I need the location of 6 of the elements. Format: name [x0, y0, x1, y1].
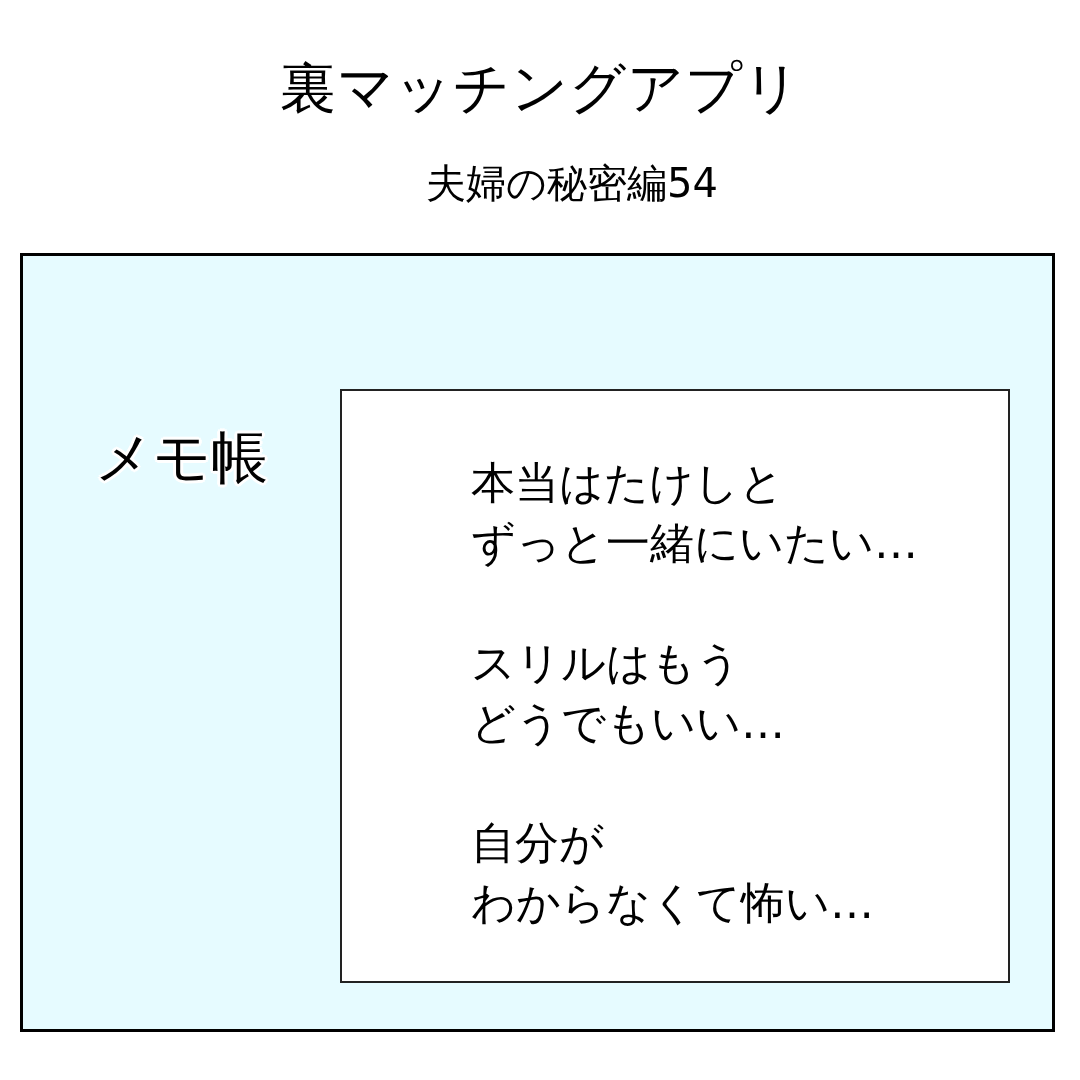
note-paragraph: 本当はたけしと ずっと一緒にいたい…: [471, 456, 918, 570]
page-title: 裏マッチングアプリ: [279, 56, 801, 120]
note-paragraph: 自分が わからなくて怖い…: [471, 816, 874, 930]
note-paragraph: スリルはもう どうでもいい…: [471, 636, 785, 750]
episode-subtitle: 夫婦の秘密編54: [426, 161, 718, 205]
memo-label: メモ帳: [95, 425, 268, 489]
